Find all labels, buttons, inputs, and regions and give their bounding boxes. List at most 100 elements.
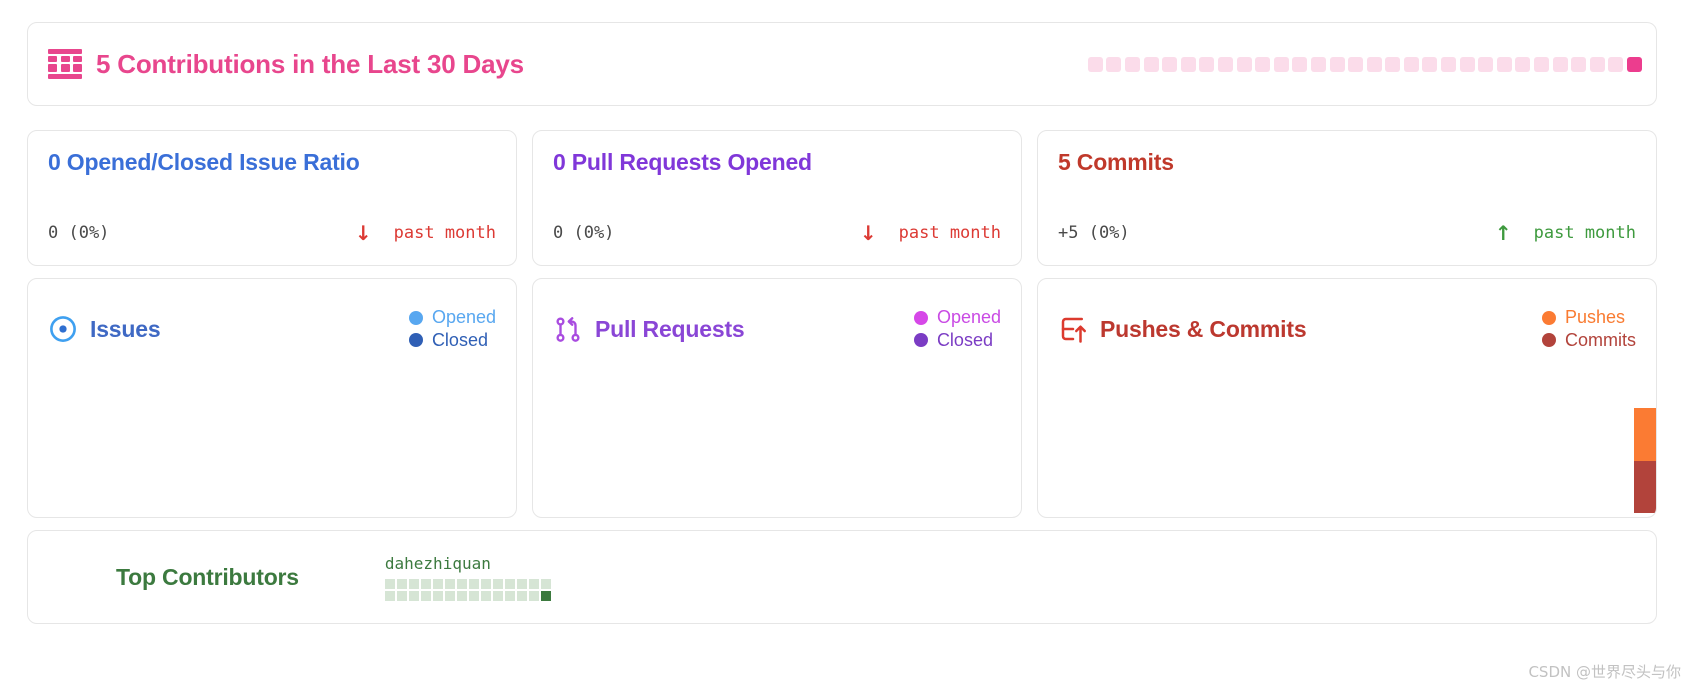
contribution-square[interactable] [1367,57,1382,72]
stat-period: past month [394,223,496,243]
chart-card-pushes-commits: Pushes & Commits Pushes Commits [1037,278,1657,518]
repo-push-icon [1058,314,1088,344]
git-pull-request-icon [553,314,583,344]
legend-label: Commits [1565,330,1636,351]
bar-segment-commits [1634,461,1656,513]
legend-item: Closed [409,330,496,351]
contributor-tile [397,579,407,589]
top-contributors-card: Top Contributors dahezhiquan [27,530,1657,624]
contributor-tile [409,591,419,601]
contribution-square[interactable] [1478,57,1493,72]
stat-trend: ↑ past month [1495,221,1636,245]
contribution-square[interactable] [1088,57,1103,72]
legend-label: Closed [937,330,993,351]
issue-opened-icon [48,314,78,344]
chart-title: Issues [90,316,160,343]
contributor-tile [529,579,539,589]
chart-plot-area [533,353,1021,513]
contribution-square[interactable] [1385,57,1400,72]
contributor-tile [397,591,407,601]
contributor-tile [433,591,443,601]
contributor-tile [505,591,515,601]
contribution-square[interactable] [1181,57,1196,72]
contributor-tile [421,579,431,589]
contribution-squares [1088,57,1642,72]
stat-card-issue-ratio: 0 Opened/Closed Issue Ratio 0 (0%) ↓ pas… [27,130,517,266]
trend-arrow-icon: ↑ [1495,221,1512,245]
table-grid-icon [48,49,82,79]
contribution-square[interactable] [1404,57,1419,72]
contribution-square[interactable] [1292,57,1307,72]
contribution-square[interactable] [1497,57,1512,72]
stat-title: 0 Pull Requests Opened [553,149,1001,176]
legend-dot-opened [914,311,928,325]
bar-segment-pushes [1634,408,1656,461]
legend-dot-opened [409,311,423,325]
chart-legend: Opened Closed [409,307,496,350]
contributions-card: 5 Contributions in the Last 30 Days [27,22,1657,106]
contributor-name: dahezhiquan [385,554,551,573]
contribution-square[interactable] [1311,57,1326,72]
chart-legend: Pushes Commits [1542,307,1636,350]
legend-dot-closed [409,333,423,347]
contribution-square[interactable] [1441,57,1456,72]
contribution-square[interactable] [1199,57,1214,72]
contributor-tile [481,591,491,601]
contribution-square[interactable] [1106,57,1121,72]
stat-card-pull-requests: 0 Pull Requests Opened 0 (0%) ↓ past mon… [532,130,1022,266]
contributor-tile [505,579,515,589]
contribution-square[interactable] [1218,57,1233,72]
legend-dot-pushes [1542,311,1556,325]
contributor-tile [493,579,503,589]
contributor-tile [445,591,455,601]
chart-plot-area [28,353,516,513]
chart-header: Pull Requests Opened Closed [533,279,1021,353]
contribution-square[interactable] [1608,57,1623,72]
contributor-tile [385,579,395,589]
legend-dot-closed [914,333,928,347]
stat-period: past month [899,223,1001,243]
contribution-square[interactable] [1460,57,1475,72]
legend-dot-commits [1542,333,1556,347]
legend-item: Closed [914,330,1001,351]
watermark: CSDN @世界尽头与你 [1528,661,1681,682]
stat-value: 0 (0%) [553,223,614,243]
contribution-square[interactable] [1553,57,1568,72]
contribution-square[interactable] [1162,57,1177,72]
contributor-tile [481,579,491,589]
contributor-tile [529,591,539,601]
chart-card-issues: Issues Opened Closed [27,278,517,518]
stat-title: 5 Commits [1058,149,1636,176]
contributor-tile [409,579,419,589]
stat-title: 0 Opened/Closed Issue Ratio [48,149,496,176]
stat-footer: +5 (0%) ↑ past month [1058,221,1636,245]
legend-item: Opened [914,307,1001,328]
contribution-square[interactable] [1534,57,1549,72]
stat-period: past month [1534,223,1636,243]
contribution-square[interactable] [1571,57,1586,72]
contribution-square[interactable] [1274,57,1289,72]
trend-arrow-icon: ↓ [860,221,877,245]
stat-footer: 0 (0%) ↓ past month [553,221,1001,245]
stat-value: +5 (0%) [1058,223,1130,243]
contribution-square[interactable] [1125,57,1140,72]
legend-label: Pushes [1565,307,1625,328]
legend-label: Closed [432,330,488,351]
chart-header: Pushes & Commits Pushes Commits [1038,279,1656,353]
contribution-square[interactable] [1348,57,1363,72]
top-contributors-inner: Top Contributors dahezhiquan [28,531,1656,623]
contribution-square[interactable] [1330,57,1345,72]
contribution-square[interactable] [1590,57,1605,72]
dashboard-page: 5 Contributions in the Last 30 Days 0 Op… [0,0,1699,690]
chart-title: Pull Requests [595,316,745,343]
contribution-square[interactable] [1422,57,1437,72]
legend-item: Commits [1542,330,1636,351]
stat-trend: ↓ past month [860,221,1001,245]
contribution-square[interactable] [1515,57,1530,72]
contributor-waffle-grid [385,579,551,601]
chart-card-pull-requests: Pull Requests Opened Closed [532,278,1022,518]
contribution-square[interactable] [1237,57,1252,72]
contribution-square[interactable] [1144,57,1159,72]
contribution-square[interactable] [1255,57,1270,72]
contribution-square[interactable] [1627,57,1642,72]
